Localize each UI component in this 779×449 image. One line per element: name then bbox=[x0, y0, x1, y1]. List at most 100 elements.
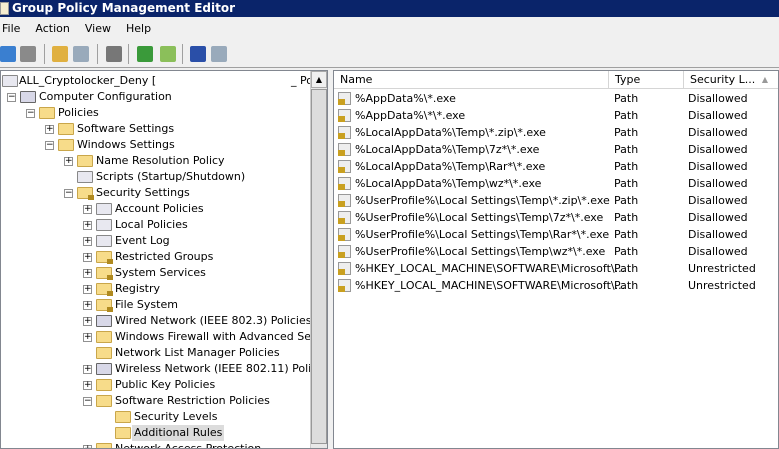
rule-row[interactable]: %HKEY_LOCAL_MACHINE\SOFTWARE\Microsoft\.… bbox=[334, 277, 778, 294]
rule-row[interactable]: %HKEY_LOCAL_MACHINE\SOFTWARE\Microsoft\.… bbox=[334, 260, 778, 277]
tree-item[interactable]: + Software Settings bbox=[1, 121, 311, 137]
scroll-up-button[interactable]: ▲ bbox=[311, 71, 327, 88]
tree-scrollbar[interactable]: ▲ bbox=[310, 71, 327, 448]
expand-icon[interactable]: + bbox=[83, 205, 92, 214]
tree-item[interactable]: + Restricted Groups bbox=[1, 249, 311, 265]
rule-security-level: Disallowed bbox=[688, 160, 748, 173]
tree-item[interactable]: + Account Policies bbox=[1, 201, 311, 217]
rule-name: %LocalAppData%\Temp\Rar*\*.exe bbox=[355, 160, 546, 173]
rule-name: %UserProfile%\Local Settings\Temp\Rar*\*… bbox=[355, 228, 610, 241]
rule-row[interactable]: %UserProfile%\Local Settings\Temp\7z*\*.… bbox=[334, 209, 778, 226]
menu-file[interactable]: File bbox=[0, 19, 27, 39]
rule-row[interactable]: %UserProfile%\Local Settings\Temp\Rar*\*… bbox=[334, 226, 778, 243]
rule-row[interactable]: %LocalAppData%\Temp\7z*\*.exe Path Disallo… bbox=[334, 141, 778, 158]
rule-row[interactable]: %AppData%\*.exe Path Disallowed bbox=[334, 90, 778, 107]
rule-type: Path bbox=[614, 109, 639, 122]
tree-item[interactable]: + File System bbox=[1, 297, 311, 313]
rule-row[interactable]: %UserProfile%\Local Settings\Temp\wz*\*.… bbox=[334, 243, 778, 260]
menu-view[interactable]: View bbox=[83, 19, 118, 39]
rule-row[interactable]: %LocalAppData%\Temp\*.zip\*.exe Path Disal… bbox=[334, 124, 778, 141]
rule-type: Path bbox=[614, 262, 639, 275]
expand-icon[interactable]: + bbox=[64, 157, 73, 166]
rule-row[interactable]: %LocalAppData%\Temp\wz*\*.exe Path Disallo… bbox=[334, 175, 778, 192]
tree-item[interactable]: + Registry bbox=[1, 281, 311, 297]
folder-icon bbox=[96, 331, 112, 343]
collapse-icon[interactable]: − bbox=[64, 189, 73, 198]
tree-item[interactable]: Additional Rules bbox=[1, 425, 311, 441]
expand-icon[interactable]: + bbox=[83, 365, 92, 374]
tree-item-label: Scripts (Startup/Shutdown) bbox=[96, 170, 246, 183]
show-hide-tree-icon[interactable] bbox=[73, 46, 89, 62]
expand-icon[interactable]: + bbox=[83, 381, 92, 390]
tree-item[interactable]: ALL_Cryptolocker_Deny [_ Poli bbox=[1, 73, 319, 89]
path-rule-icon bbox=[338, 160, 351, 173]
menu-action[interactable]: Action bbox=[33, 19, 76, 39]
path-rule-icon bbox=[338, 126, 351, 139]
folder-icon bbox=[96, 443, 112, 448]
tree-item-label: Security Settings bbox=[96, 186, 190, 199]
tree-item[interactable]: − Computer Configuration bbox=[1, 89, 311, 105]
tree-item[interactable]: Scripts (Startup/Shutdown) bbox=[1, 169, 311, 185]
scroll-thumb[interactable] bbox=[311, 89, 327, 444]
up-folder-icon[interactable] bbox=[52, 46, 68, 62]
column-type[interactable]: Type bbox=[609, 71, 684, 89]
rule-type: Path bbox=[614, 126, 639, 139]
expand-icon[interactable]: + bbox=[83, 333, 92, 342]
expand-icon[interactable]: + bbox=[83, 221, 92, 230]
tree-item-label: Additional Rules bbox=[132, 425, 225, 441]
expand-icon[interactable]: + bbox=[83, 301, 92, 310]
tree-item[interactable]: − Policies bbox=[1, 105, 311, 121]
rule-row[interactable]: %UserProfile%\Local Settings\Temp\*.zip\… bbox=[334, 192, 778, 209]
expand-icon[interactable]: + bbox=[83, 253, 92, 262]
expand-icon[interactable]: + bbox=[83, 285, 92, 294]
tree-item[interactable]: − Windows Settings bbox=[1, 137, 311, 153]
menu-help[interactable]: Help bbox=[124, 19, 158, 39]
policy-node-icon bbox=[20, 91, 36, 103]
secure-folder-icon bbox=[96, 299, 113, 312]
help-icon[interactable] bbox=[190, 46, 206, 62]
folder-icon bbox=[96, 379, 112, 391]
tree-item[interactable]: Security Levels bbox=[1, 409, 311, 425]
rule-row[interactable]: %LocalAppData%\Temp\Rar*\*.exe Path Disall… bbox=[334, 158, 778, 175]
show-action-pane-icon[interactable] bbox=[211, 46, 227, 62]
tree-item-label: Windows Firewall with Advanced Security bbox=[115, 330, 328, 343]
rule-row[interactable]: %AppData%\*\*.exe Path Disallowed bbox=[334, 107, 778, 124]
forward-icon[interactable] bbox=[20, 46, 36, 62]
folder-icon bbox=[96, 347, 112, 359]
expand-icon[interactable]: + bbox=[83, 269, 92, 278]
refresh-icon[interactable] bbox=[137, 46, 153, 62]
column-security-level[interactable]: Security L... ▲ bbox=[684, 71, 778, 89]
tree-item[interactable]: + Wired Network (IEEE 802.3) Policies bbox=[1, 313, 312, 329]
tree-item[interactable]: + Name Resolution Policy bbox=[1, 153, 311, 169]
tree-item[interactable]: Network List Manager Policies bbox=[1, 345, 311, 361]
rule-type: Path bbox=[614, 211, 639, 224]
tree-item[interactable]: + System Services bbox=[1, 265, 311, 281]
expand-icon[interactable]: + bbox=[83, 317, 92, 326]
collapse-icon[interactable]: − bbox=[45, 141, 54, 150]
tree-item[interactable]: + Local Policies bbox=[1, 217, 311, 233]
export-list-icon[interactable] bbox=[160, 46, 176, 62]
tree-item-label: Event Log bbox=[115, 234, 170, 247]
tree-item[interactable]: − Security Settings bbox=[1, 185, 311, 201]
tree-item[interactable]: + Public Key Policies bbox=[1, 377, 311, 393]
collapse-icon[interactable]: − bbox=[7, 93, 16, 102]
tree-item[interactable]: + Windows Firewall with Advanced Security bbox=[1, 329, 327, 345]
collapse-icon[interactable]: − bbox=[83, 397, 92, 406]
tree-item[interactable]: + Network Access Protection bbox=[1, 441, 311, 448]
document-icon bbox=[96, 235, 112, 247]
tree-item[interactable]: − Software Restriction Policies bbox=[1, 393, 311, 409]
tree-item[interactable]: + Wireless Network (IEEE 802.11) Policies bbox=[1, 361, 327, 377]
back-icon[interactable] bbox=[0, 46, 16, 62]
rule-security-level: Disallowed bbox=[688, 92, 748, 105]
path-rule-icon bbox=[338, 143, 351, 156]
expand-icon[interactable]: + bbox=[45, 125, 54, 134]
path-rule-icon bbox=[338, 177, 351, 190]
tree-item-label: Windows Settings bbox=[77, 138, 175, 151]
policy-node-icon bbox=[96, 315, 112, 327]
collapse-icon[interactable]: − bbox=[26, 109, 35, 118]
expand-icon[interactable]: + bbox=[83, 237, 92, 246]
tree-item[interactable]: + Event Log bbox=[1, 233, 311, 249]
expand-icon[interactable]: + bbox=[83, 445, 92, 448]
column-name[interactable]: Name bbox=[334, 71, 609, 89]
properties-icon[interactable] bbox=[106, 46, 122, 62]
